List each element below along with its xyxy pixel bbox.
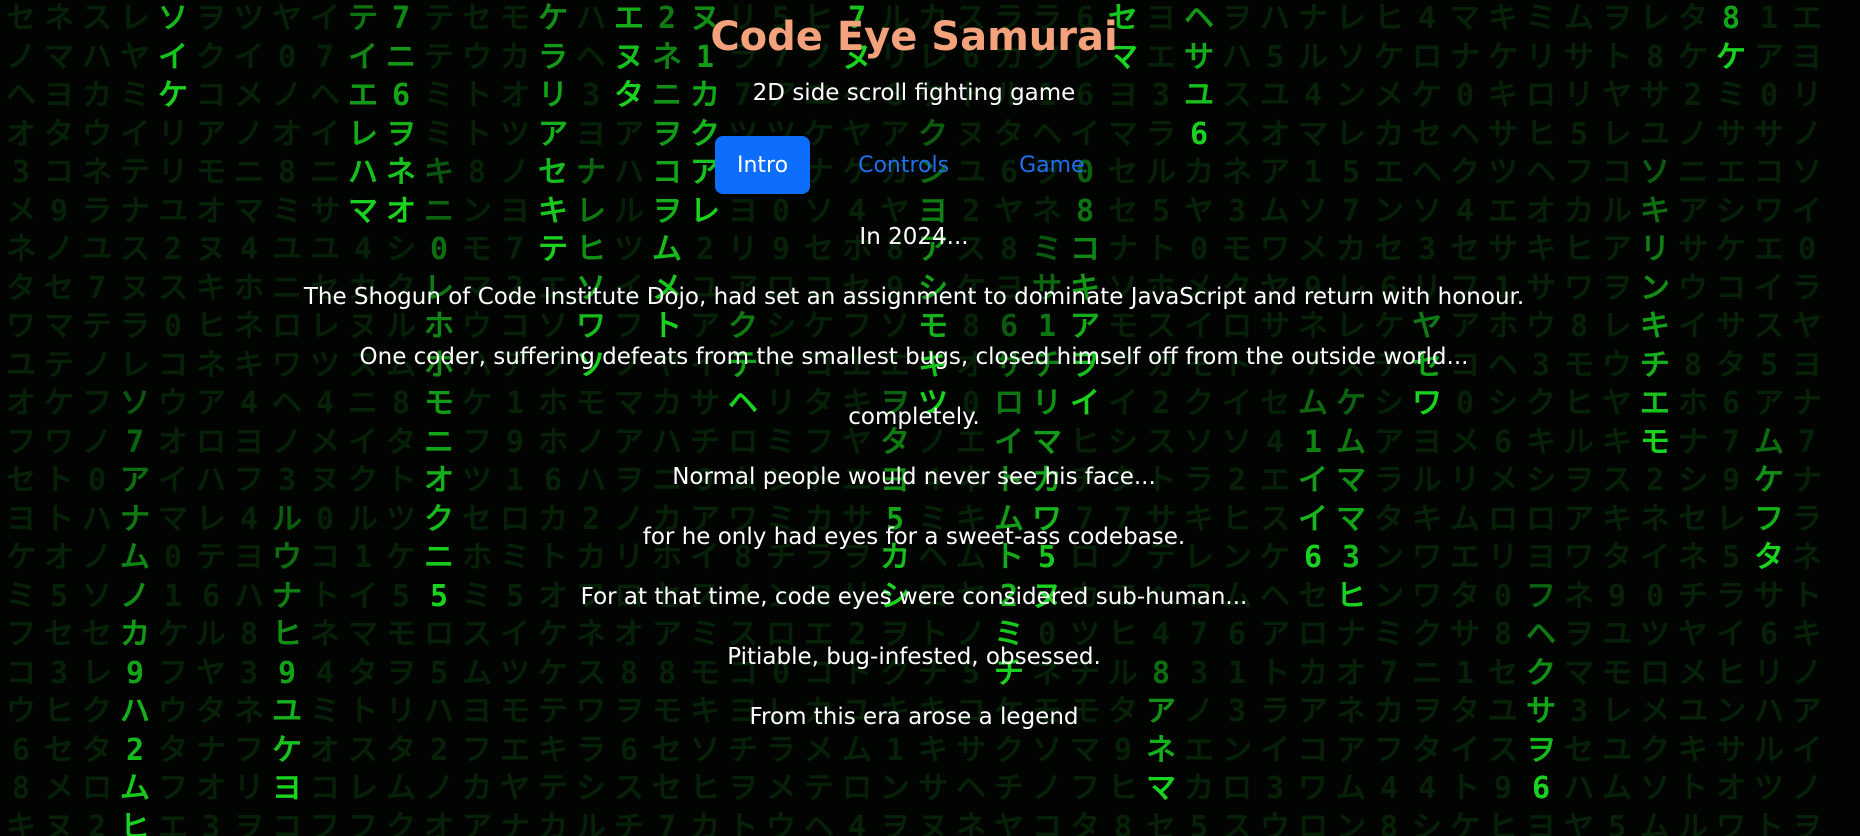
page-title: Code Eye Samurai [710, 14, 1118, 60]
tab-bar: Intro Controls Game [715, 136, 1133, 194]
tab-game[interactable]: Game [997, 136, 1107, 194]
story-line: One coder, suffering defeats from the sm… [359, 344, 1469, 370]
intro-story: In 2024... The Shogun of Code Institute … [0, 220, 1828, 760]
page-subtitle: 2D side scroll fighting game [752, 80, 1076, 106]
story-line: For at that time, code eyes were conside… [580, 584, 1248, 610]
story-line: From this era arose a legend [749, 704, 1079, 730]
story-line: for he only had eyes for a sweet-ass cod… [642, 524, 1186, 550]
page: セノヘオ3メネタワユオフセヨケミフコウ68キネマヨタコ9ノセマテケワトトオ5セ3… [0, 0, 1860, 836]
tab-controls[interactable]: Controls [836, 136, 971, 194]
story-line: Normal people would never see his face..… [672, 464, 1156, 490]
story-line: completely. [848, 404, 980, 430]
story-line: The Shogun of Code Institute Dojo, had s… [303, 284, 1525, 310]
tab-intro[interactable]: Intro [715, 136, 811, 194]
story-line: Pitiable, bug-infested, obsessed. [727, 644, 1101, 670]
story-line: In 2024... [859, 224, 969, 250]
